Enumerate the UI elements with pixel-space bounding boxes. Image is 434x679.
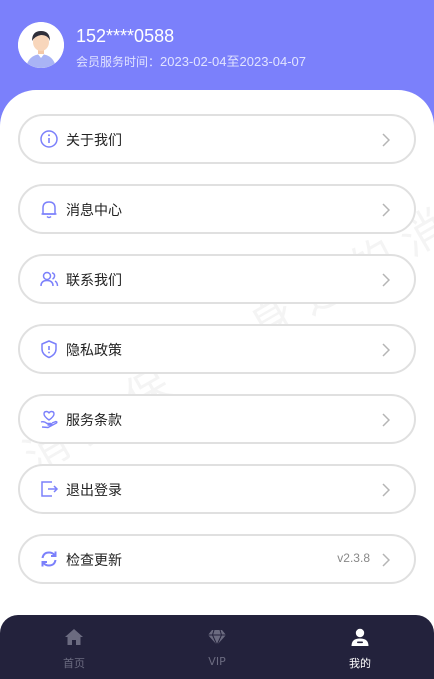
membership-range: 2023-02-04至2023-04-07 [160,54,307,69]
home-icon [65,629,83,645]
membership-period: 会员服务时间：2023-02-04至2023-04-07 [76,51,306,70]
menu-item-label: 隐私政策 [66,343,122,359]
diamond-icon [208,629,226,646]
chevron-right-icon [382,483,390,497]
bell-icon [41,201,57,219]
contacts-icon [40,271,59,287]
heart-hand-icon [40,410,58,429]
chevron-right-icon [382,343,390,357]
logout-icon [41,481,59,497]
avatar-icon [18,22,64,68]
menu-item-about[interactable]: 关于我们 [18,114,416,164]
menu-item-label: 消息中心 [66,203,122,219]
menu-item-messages[interactable]: 消息中心 [18,184,416,234]
menu-item-check-update[interactable]: 检查更新 v2.3.8 [18,534,416,584]
menu-item-privacy[interactable]: 隐私政策 [18,324,416,374]
tab-profile[interactable]: 我的 [288,615,432,679]
menu-item-label: 检查更新 [66,553,122,569]
menu-item-logout[interactable]: 退出登录 [18,464,416,514]
menu-card: 消费保 您身边的消 关于我们 消息中心 联系我们 [0,90,434,679]
tab-label: VIP [208,655,226,668]
chevron-right-icon [382,133,390,147]
chevron-right-icon [382,553,390,567]
tab-label: 首页 [63,657,85,670]
user-icon [351,628,369,646]
tab-home[interactable]: 首页 [2,615,146,679]
refresh-icon [41,551,57,567]
user-phone: 152****0588 [76,26,175,46]
bottom-tab-bar: 首页 VIP 我的 [0,615,434,679]
shield-icon [41,340,57,359]
chevron-right-icon [382,273,390,287]
app-version: v2.3.8 [337,551,370,565]
membership-label: 会员服务时间： [76,55,161,69]
menu-item-label: 联系我们 [66,273,122,289]
menu-item-label: 服务条款 [66,413,122,429]
tab-vip[interactable]: VIP [145,615,289,679]
tab-label: 我的 [349,657,371,670]
menu-item-label: 退出登录 [66,483,122,499]
avatar[interactable] [18,22,64,68]
chevron-right-icon [382,203,390,217]
chevron-right-icon [382,413,390,427]
menu-item-contact[interactable]: 联系我们 [18,254,416,304]
menu-item-label: 关于我们 [66,133,122,149]
info-icon [40,130,58,148]
menu-item-terms[interactable]: 服务条款 [18,394,416,444]
